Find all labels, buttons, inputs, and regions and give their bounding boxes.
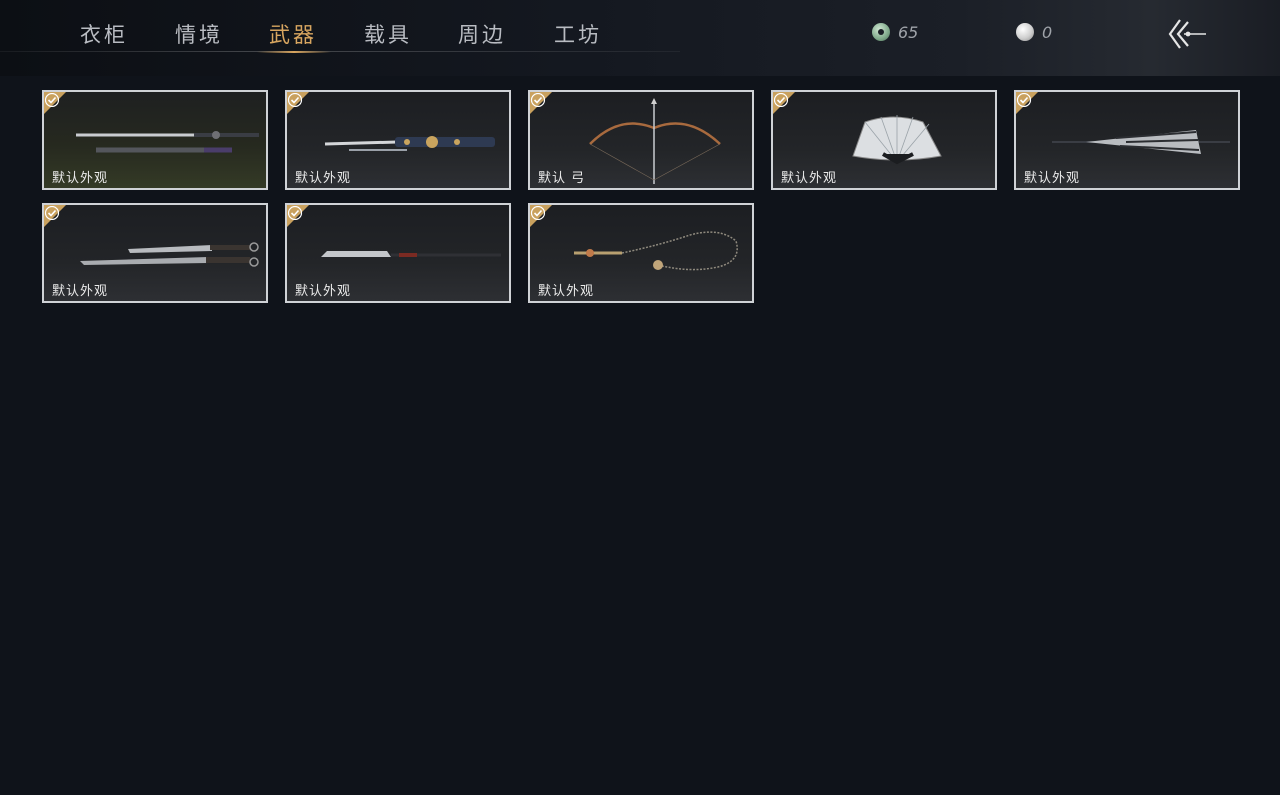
weapon-label: 默认外观 <box>1024 171 1081 186</box>
pearl-currency: 0 <box>1016 22 1052 42</box>
owned-badge <box>1016 92 1040 116</box>
pearl-icon <box>1016 23 1034 41</box>
jade-amount: 65 <box>898 22 919 42</box>
weapon-label: 默认外观 <box>52 171 109 186</box>
weapon-card[interactable]: 默认外观 <box>42 203 268 303</box>
owned-badge <box>44 205 68 229</box>
weapon-card[interactable]: 默认外观 <box>42 90 268 190</box>
jade-coin-icon <box>872 23 890 41</box>
weapon-label: 默认外观 <box>538 284 595 299</box>
checkmark-icon <box>287 206 303 220</box>
checkmark-icon <box>773 93 789 107</box>
weapon-card[interactable]: 默认外观 <box>285 203 511 303</box>
checkmark-icon <box>1016 93 1032 107</box>
weapon-card[interactable]: 默认外观 <box>285 90 511 190</box>
tab-vehicles[interactable]: 载具 <box>353 20 423 50</box>
active-tab-indicator <box>257 51 331 53</box>
checkmark-icon <box>44 206 60 220</box>
owned-badge <box>530 205 554 229</box>
weapon-label: 默认外观 <box>52 284 109 299</box>
tab-workshop[interactable]: 工坊 <box>543 20 613 50</box>
tab-weapons[interactable]: 武器 <box>258 20 328 50</box>
tab-peripherals[interactable]: 周边 <box>447 20 517 50</box>
back-arrow-icon <box>1168 19 1206 49</box>
weapon-card[interactable]: 默认外观 <box>771 90 997 190</box>
owned-badge <box>530 92 554 116</box>
tab-wardrobe[interactable]: 衣柜 <box>69 20 139 50</box>
back-button[interactable] <box>1166 16 1210 52</box>
owned-badge <box>773 92 797 116</box>
checkmark-icon <box>287 93 303 107</box>
tab-scene[interactable]: 情境 <box>164 20 234 50</box>
checkmark-icon <box>44 93 60 107</box>
weapon-label: 默认外观 <box>295 171 352 186</box>
checkmark-icon <box>530 206 546 220</box>
pearl-amount: 0 <box>1042 22 1053 42</box>
tabs-divider <box>0 51 680 52</box>
weapon-card[interactable]: 默认 弓 <box>528 90 754 190</box>
checkmark-icon <box>530 93 546 107</box>
owned-badge <box>44 92 68 116</box>
weapon-card[interactable]: 默认外观 <box>1014 90 1240 190</box>
weapon-label: 默认外观 <box>295 284 352 299</box>
owned-badge <box>287 205 311 229</box>
weapon-card[interactable]: 默认外观 <box>528 203 754 303</box>
jade-currency: 65 <box>872 22 918 42</box>
weapon-label: 默认 弓 <box>538 171 586 186</box>
weapon-label: 默认外观 <box>781 171 838 186</box>
owned-badge <box>287 92 311 116</box>
